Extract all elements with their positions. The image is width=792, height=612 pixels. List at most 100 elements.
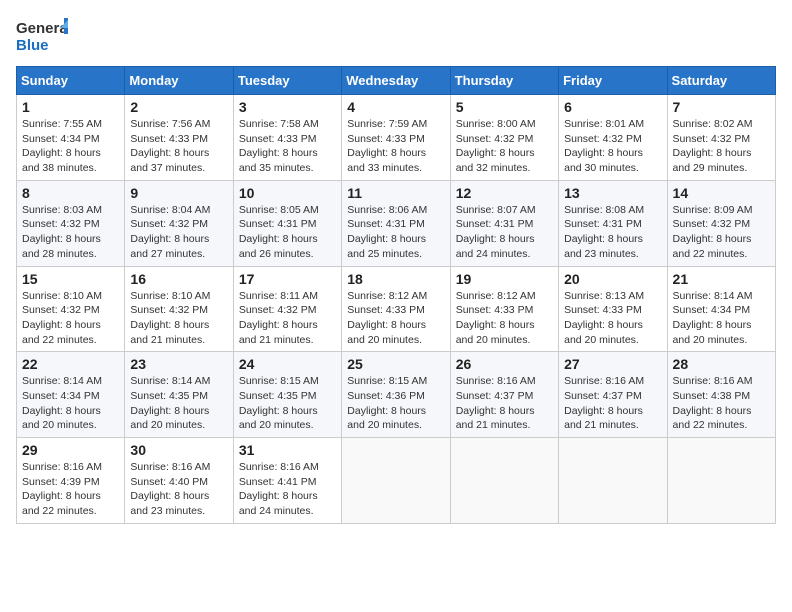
svg-text:Blue: Blue xyxy=(16,37,49,54)
day-info: Sunrise: 8:03 AMSunset: 4:32 PMDaylight:… xyxy=(22,203,119,262)
calendar-cell: 26 Sunrise: 8:16 AMSunset: 4:37 PMDayligh… xyxy=(450,352,558,438)
calendar-cell: 17 Sunrise: 8:11 AMSunset: 4:32 PMDayligh… xyxy=(233,266,341,352)
day-number: 8 xyxy=(22,185,119,201)
calendar-cell: 8 Sunrise: 8:03 AMSunset: 4:32 PMDaylight… xyxy=(17,180,125,266)
weekday-header-saturday: Saturday xyxy=(667,67,775,95)
day-number: 4 xyxy=(347,99,444,115)
day-number: 24 xyxy=(239,356,336,372)
calendar-cell: 12 Sunrise: 8:07 AMSunset: 4:31 PMDayligh… xyxy=(450,180,558,266)
logo-svg: General Blue xyxy=(16,16,68,54)
day-number: 16 xyxy=(130,271,227,287)
day-number: 20 xyxy=(564,271,661,287)
day-info: Sunrise: 8:00 AMSunset: 4:32 PMDaylight:… xyxy=(456,117,553,176)
day-number: 2 xyxy=(130,99,227,115)
day-number: 3 xyxy=(239,99,336,115)
calendar-cell xyxy=(559,438,667,524)
day-info: Sunrise: 8:16 AMSunset: 4:37 PMDaylight:… xyxy=(456,374,553,433)
day-info: Sunrise: 8:14 AMSunset: 4:34 PMDaylight:… xyxy=(673,289,770,348)
day-info: Sunrise: 8:09 AMSunset: 4:32 PMDaylight:… xyxy=(673,203,770,262)
calendar-cell: 11 Sunrise: 8:06 AMSunset: 4:31 PMDayligh… xyxy=(342,180,450,266)
day-info: Sunrise: 8:10 AMSunset: 4:32 PMDaylight:… xyxy=(22,289,119,348)
day-number: 21 xyxy=(673,271,770,287)
day-info: Sunrise: 8:15 AMSunset: 4:35 PMDaylight:… xyxy=(239,374,336,433)
day-number: 25 xyxy=(347,356,444,372)
calendar-cell: 22 Sunrise: 8:14 AMSunset: 4:34 PMDayligh… xyxy=(17,352,125,438)
day-info: Sunrise: 8:15 AMSunset: 4:36 PMDaylight:… xyxy=(347,374,444,433)
calendar-cell: 18Sunrise: 8:12 AMSunset: 4:33 PMDayligh… xyxy=(342,266,450,352)
day-info: Sunrise: 8:04 AMSunset: 4:32 PMDaylight:… xyxy=(130,203,227,262)
calendar-cell xyxy=(450,438,558,524)
day-info: Sunrise: 8:08 AMSunset: 4:31 PMDaylight:… xyxy=(564,203,661,262)
calendar-cell: 1 Sunrise: 7:55 AMSunset: 4:34 PMDaylight… xyxy=(17,95,125,181)
day-number: 11 xyxy=(347,185,444,201)
weekday-header-sunday: Sunday xyxy=(17,67,125,95)
day-info: Sunrise: 7:59 AMSunset: 4:33 PMDaylight:… xyxy=(347,117,444,176)
day-info: Sunrise: 8:16 AMSunset: 4:39 PMDaylight:… xyxy=(22,460,119,519)
logo: General Blue xyxy=(16,16,68,54)
day-info: Sunrise: 7:55 AMSunset: 4:34 PMDaylight:… xyxy=(22,117,119,176)
weekday-header-wednesday: Wednesday xyxy=(342,67,450,95)
calendar-cell: 16 Sunrise: 8:10 AMSunset: 4:32 PMDayligh… xyxy=(125,266,233,352)
day-info: Sunrise: 8:06 AMSunset: 4:31 PMDaylight:… xyxy=(347,203,444,262)
day-info: Sunrise: 8:16 AMSunset: 4:37 PMDaylight:… xyxy=(564,374,661,433)
day-info: Sunrise: 7:58 AMSunset: 4:33 PMDaylight:… xyxy=(239,117,336,176)
day-info: Sunrise: 8:07 AMSunset: 4:31 PMDaylight:… xyxy=(456,203,553,262)
day-info: Sunrise: 8:01 AMSunset: 4:32 PMDaylight:… xyxy=(564,117,661,176)
day-info: Sunrise: 8:12 AMSunset: 4:33 PMDaylight:… xyxy=(347,289,444,348)
calendar-cell: 14Sunrise: 8:09 AMSunset: 4:32 PMDayligh… xyxy=(667,180,775,266)
day-info: Sunrise: 8:14 AMSunset: 4:35 PMDaylight:… xyxy=(130,374,227,433)
day-info: Sunrise: 8:14 AMSunset: 4:34 PMDaylight:… xyxy=(22,374,119,433)
calendar-week-4: 22 Sunrise: 8:14 AMSunset: 4:34 PMDayligh… xyxy=(17,352,776,438)
calendar-cell: 21 Sunrise: 8:14 AMSunset: 4:34 PMDayligh… xyxy=(667,266,775,352)
day-number: 26 xyxy=(456,356,553,372)
day-number: 30 xyxy=(130,442,227,458)
calendar-cell: 31 Sunrise: 8:16 AMSunset: 4:41 PMDayligh… xyxy=(233,438,341,524)
calendar-week-5: 29Sunrise: 8:16 AMSunset: 4:39 PMDayligh… xyxy=(17,438,776,524)
day-info: Sunrise: 7:56 AMSunset: 4:33 PMDaylight:… xyxy=(130,117,227,176)
day-number: 27 xyxy=(564,356,661,372)
calendar-cell: 24 Sunrise: 8:15 AMSunset: 4:35 PMDayligh… xyxy=(233,352,341,438)
day-number: 7 xyxy=(673,99,770,115)
calendar-cell xyxy=(342,438,450,524)
page-header: General Blue xyxy=(16,16,776,54)
calendar-cell: 5 Sunrise: 8:00 AMSunset: 4:32 PMDaylight… xyxy=(450,95,558,181)
day-info: Sunrise: 8:10 AMSunset: 4:32 PMDaylight:… xyxy=(130,289,227,348)
day-info: Sunrise: 8:11 AMSunset: 4:32 PMDaylight:… xyxy=(239,289,336,348)
calendar-cell: 20Sunrise: 8:13 AMSunset: 4:33 PMDayligh… xyxy=(559,266,667,352)
calendar-cell: 19Sunrise: 8:12 AMSunset: 4:33 PMDayligh… xyxy=(450,266,558,352)
day-number: 17 xyxy=(239,271,336,287)
calendar-cell: 28Sunrise: 8:16 AMSunset: 4:38 PMDayligh… xyxy=(667,352,775,438)
day-number: 31 xyxy=(239,442,336,458)
calendar-week-2: 8 Sunrise: 8:03 AMSunset: 4:32 PMDaylight… xyxy=(17,180,776,266)
day-info: Sunrise: 8:05 AMSunset: 4:31 PMDaylight:… xyxy=(239,203,336,262)
day-number: 1 xyxy=(22,99,119,115)
calendar-cell: 9Sunrise: 8:04 AMSunset: 4:32 PMDaylight… xyxy=(125,180,233,266)
calendar-week-3: 15Sunrise: 8:10 AMSunset: 4:32 PMDayligh… xyxy=(17,266,776,352)
day-info: Sunrise: 8:02 AMSunset: 4:32 PMDaylight:… xyxy=(673,117,770,176)
day-number: 13 xyxy=(564,185,661,201)
calendar-cell: 29Sunrise: 8:16 AMSunset: 4:39 PMDayligh… xyxy=(17,438,125,524)
day-info: Sunrise: 8:16 AMSunset: 4:38 PMDaylight:… xyxy=(673,374,770,433)
day-number: 12 xyxy=(456,185,553,201)
calendar-cell: 13 Sunrise: 8:08 AMSunset: 4:31 PMDayligh… xyxy=(559,180,667,266)
logo-text: General Blue xyxy=(16,16,68,54)
day-info: Sunrise: 8:16 AMSunset: 4:41 PMDaylight:… xyxy=(239,460,336,519)
day-info: Sunrise: 8:16 AMSunset: 4:40 PMDaylight:… xyxy=(130,460,227,519)
weekday-header-monday: Monday xyxy=(125,67,233,95)
day-number: 10 xyxy=(239,185,336,201)
calendar-cell: 3 Sunrise: 7:58 AMSunset: 4:33 PMDaylight… xyxy=(233,95,341,181)
calendar-table: SundayMondayTuesdayWednesdayThursdayFrid… xyxy=(16,66,776,524)
calendar-cell: 4 Sunrise: 7:59 AMSunset: 4:33 PMDaylight… xyxy=(342,95,450,181)
day-number: 5 xyxy=(456,99,553,115)
calendar-cell: 30 Sunrise: 8:16 AMSunset: 4:40 PMDayligh… xyxy=(125,438,233,524)
calendar-cell: 23Sunrise: 8:14 AMSunset: 4:35 PMDayligh… xyxy=(125,352,233,438)
weekday-header-thursday: Thursday xyxy=(450,67,558,95)
svg-text:General: General xyxy=(16,20,68,37)
day-number: 22 xyxy=(22,356,119,372)
weekday-header-tuesday: Tuesday xyxy=(233,67,341,95)
day-info: Sunrise: 8:12 AMSunset: 4:33 PMDaylight:… xyxy=(456,289,553,348)
calendar-cell: 15Sunrise: 8:10 AMSunset: 4:32 PMDayligh… xyxy=(17,266,125,352)
calendar-cell: 10 Sunrise: 8:05 AMSunset: 4:31 PMDayligh… xyxy=(233,180,341,266)
calendar-cell: 25 Sunrise: 8:15 AMSunset: 4:36 PMDayligh… xyxy=(342,352,450,438)
calendar-cell: 27 Sunrise: 8:16 AMSunset: 4:37 PMDayligh… xyxy=(559,352,667,438)
